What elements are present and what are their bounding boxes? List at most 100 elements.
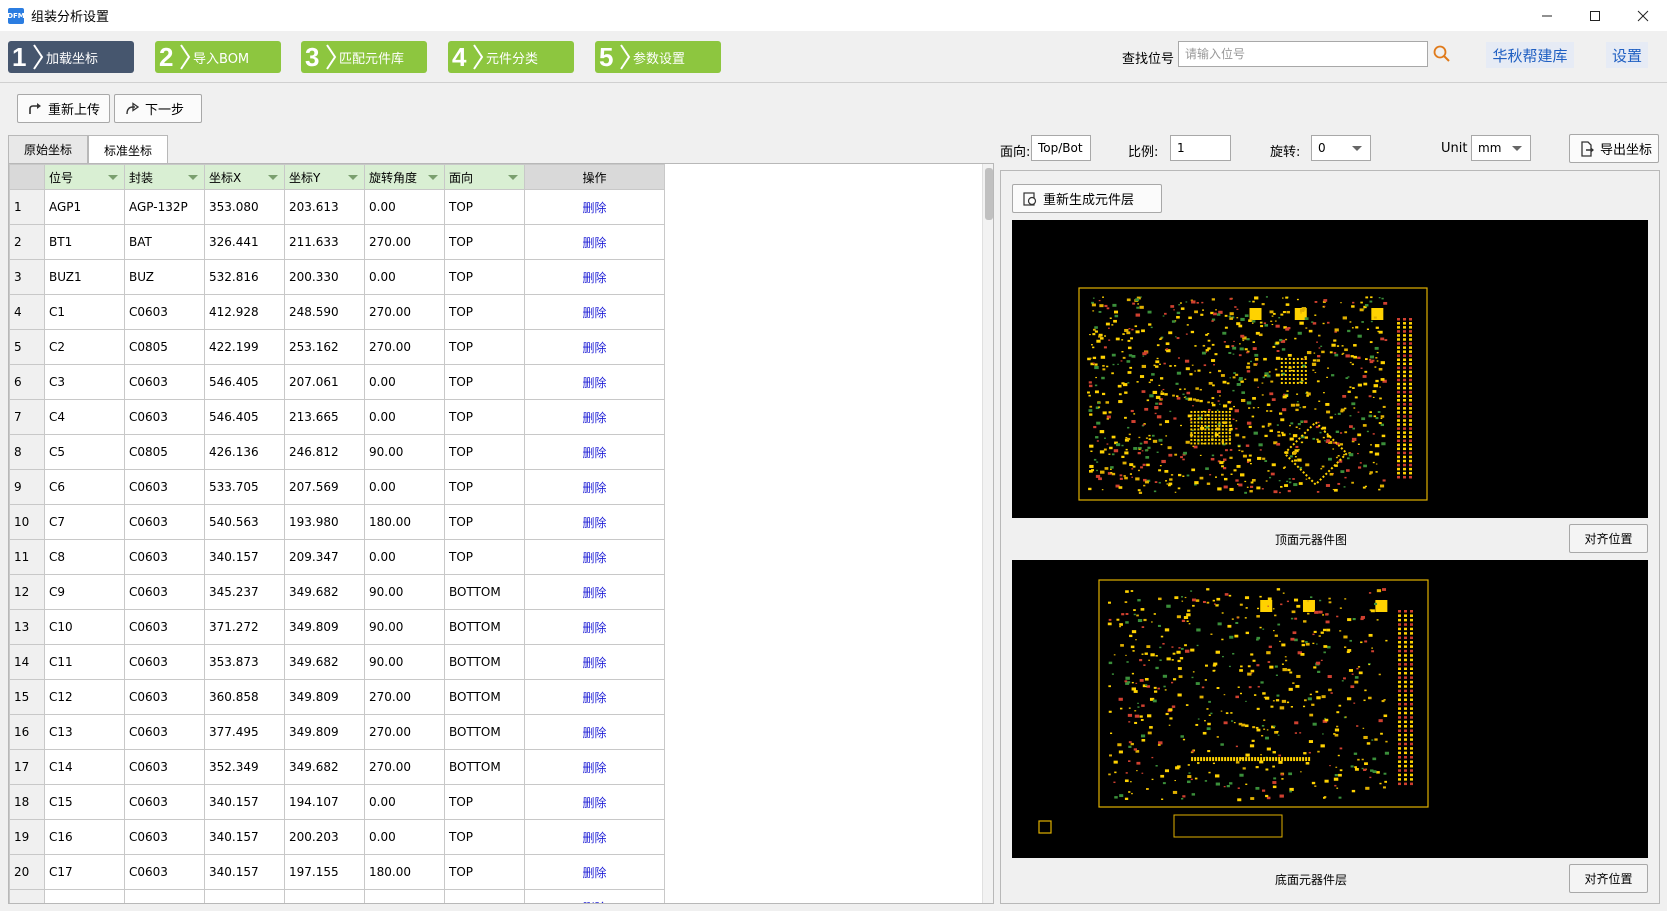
bga-ball [1225, 417, 1228, 420]
search-icon[interactable] [1432, 44, 1452, 64]
component-pad [1186, 620, 1189, 622]
column-header-package[interactable]: 封装 [124, 164, 205, 190]
component-pad [1279, 706, 1285, 710]
table-row[interactable]: 20 C17 C0603 340.157 197.155 180.00 TOP 删除 [9, 854, 665, 890]
delete-row-link[interactable]: 删除 [524, 434, 665, 470]
next-step-button[interactable]: 下一步 [114, 94, 202, 123]
step-load-coords[interactable]: 1 加载坐标 [8, 41, 134, 73]
delete-row-link[interactable]: 删除 [524, 714, 665, 750]
delete-row-link[interactable]: 删除 [524, 224, 665, 260]
header-pin [1409, 362, 1412, 366]
table-row[interactable]: 12 C9 C0603 345.237 349.682 90.00 BOTTOM 删除 [9, 574, 665, 610]
delete-row-link[interactable]: 删除 [524, 819, 665, 855]
table-row[interactable]: 11 C8 C0603 340.157 209.347 0.00 TOP 删除 [9, 539, 665, 575]
step-classify[interactable]: 4 元件分类 [448, 41, 574, 73]
step-parameters[interactable]: 5 参数设置 [595, 41, 721, 73]
filter-arrow-icon[interactable] [348, 175, 358, 180]
delete-row-link[interactable]: 删除 [524, 609, 665, 645]
column-header-rotation[interactable]: 旋转角度 [364, 164, 445, 190]
tab-raw-coords[interactable]: 原始坐标 [8, 135, 88, 163]
side-cell [444, 889, 525, 903]
component-pad [1184, 359, 1190, 363]
table-row[interactable]: 18 C15 C0603 340.157 194.107 0.00 TOP 删除 [9, 784, 665, 820]
delete-row-link[interactable]: 删除 [524, 574, 665, 610]
component-pad [1248, 454, 1252, 457]
filter-arrow-icon[interactable] [188, 175, 198, 180]
delete-row-link[interactable]: 删除 [524, 784, 665, 820]
align-bottom-button[interactable]: 对齐位置 [1569, 864, 1648, 893]
column-header-refdes[interactable]: 位号 [44, 164, 125, 190]
delete-row-link[interactable]: 删除 [524, 539, 665, 575]
step-match-library[interactable]: 3 匹配元件库 [301, 41, 427, 73]
delete-row-link[interactable]: 删除 [524, 889, 665, 903]
table-row[interactable]: 19 C16 C0603 340.157 200.203 0.00 TOP 删除 [9, 819, 665, 855]
component-pad [1182, 795, 1186, 798]
component-pad [1102, 296, 1104, 298]
table-row[interactable]: 14 C11 C0603 353.873 349.682 90.00 BOTTOM 删除 [9, 644, 665, 680]
component-pad [1368, 696, 1372, 700]
delete-row-link[interactable]: 删除 [524, 679, 665, 715]
filter-arrow-icon[interactable] [268, 175, 278, 180]
table-row[interactable]: 10 C7 C0603 540.563 193.980 180.00 TOP 删除 [9, 504, 665, 540]
component-pad [1107, 622, 1112, 626]
table-row[interactable]: 7 C4 C0603 546.405 213.665 0.00 TOP 删除 [9, 399, 665, 435]
table-row[interactable]: 13 C10 C0603 371.272 349.809 90.00 BOTTOM 删除 [9, 609, 665, 645]
maximize-button[interactable] [1571, 0, 1619, 31]
table-row[interactable]: 17 C14 C0603 352.349 349.682 270.00 BOTTOM 删除 [9, 749, 665, 785]
table-row[interactable]: 8 C5 C0805 426.136 246.812 90.00 TOP 删除 [9, 434, 665, 470]
delete-row-link[interactable]: 删除 [524, 854, 665, 890]
table-row[interactable]: 6 C3 C0603 546.405 207.061 0.00 TOP 删除 [9, 364, 665, 400]
unit-select[interactable]: mm [1471, 135, 1531, 161]
table-row[interactable]: 删除 [9, 889, 665, 903]
close-button[interactable] [1619, 0, 1667, 31]
rotate-select[interactable]: 0 [1311, 135, 1371, 161]
delete-row-link[interactable]: 删除 [524, 294, 665, 330]
table-row[interactable]: 5 C2 C0805 422.199 253.162 270.00 TOP 删除 [9, 329, 665, 365]
export-coords-button[interactable]: 导出坐标 [1569, 134, 1659, 163]
table-row[interactable]: 3 BUZ1 BUZ 532.816 200.330 0.00 TOP 删除 [9, 259, 665, 295]
tab-standard-coords[interactable]: 标准坐标 [88, 135, 168, 164]
table-vertical-scrollbar[interactable] [982, 164, 993, 903]
scale-input[interactable]: 1 [1170, 135, 1231, 161]
filter-arrow-icon[interactable] [508, 175, 518, 180]
reupload-button[interactable]: 重新上传 [17, 94, 110, 123]
column-header-x[interactable]: 坐标X [204, 164, 285, 190]
regenerate-layer-button[interactable]: 重新生成元件层 [1012, 184, 1162, 213]
scrollbar-thumb[interactable] [985, 168, 993, 220]
delete-row-link[interactable]: 删除 [524, 644, 665, 680]
bottom-layer-view[interactable] [1012, 560, 1648, 858]
table-row[interactable]: 1 AGP1 AGP-132P 353.080 203.613 0.00 TOP 删除 [9, 189, 665, 225]
library-link-button[interactable]: 华秋帮建库 [1486, 42, 1574, 68]
delete-row-link[interactable]: 删除 [524, 189, 665, 225]
delete-row-link[interactable]: 删除 [524, 364, 665, 400]
table-row[interactable]: 9 C6 C0603 533.705 207.569 0.00 TOP 删除 [9, 469, 665, 505]
delete-row-link[interactable]: 删除 [524, 469, 665, 505]
filter-arrow-icon[interactable] [108, 175, 118, 180]
table-row[interactable]: 16 C13 C0603 377.495 349.809 270.00 BOTTOM 删除 [9, 714, 665, 750]
component-pad [1124, 601, 1128, 604]
delete-row-link[interactable]: 删除 [524, 399, 665, 435]
face-field[interactable]: Top/Bot [1031, 135, 1091, 161]
column-header-side[interactable]: 面向 [444, 164, 525, 190]
component-pad [1170, 305, 1175, 308]
delete-row-link[interactable]: 删除 [524, 329, 665, 365]
search-input[interactable] [1178, 41, 1428, 67]
table-row[interactable]: 4 C1 C0603 412.928 248.590 270.00 TOP 删除 [9, 294, 665, 330]
filter-arrow-icon[interactable] [428, 175, 438, 180]
component-pad [1118, 697, 1123, 701]
table-row[interactable]: 15 C12 C0603 360.858 349.809 270.00 BOTTOM 删除 [9, 679, 665, 715]
top-layer-view[interactable] [1012, 220, 1648, 518]
component-pad [1187, 609, 1191, 612]
row-number-cell: 12 [9, 574, 45, 610]
minimize-button[interactable] [1523, 0, 1571, 31]
delete-row-link[interactable]: 删除 [524, 504, 665, 540]
delete-row-link[interactable]: 删除 [524, 259, 665, 295]
settings-link-button[interactable]: 设置 [1606, 42, 1648, 68]
column-header-y[interactable]: 坐标Y [284, 164, 365, 190]
delete-row-link[interactable]: 删除 [524, 749, 665, 785]
table-row[interactable]: 2 BT1 BAT 326.441 211.633 270.00 TOP 删除 [9, 224, 665, 260]
step-import-bom[interactable]: 2 导入BOM [155, 41, 281, 73]
align-top-button[interactable]: 对齐位置 [1569, 524, 1648, 553]
component-pad [1087, 391, 1090, 394]
component-pad [1177, 357, 1180, 359]
